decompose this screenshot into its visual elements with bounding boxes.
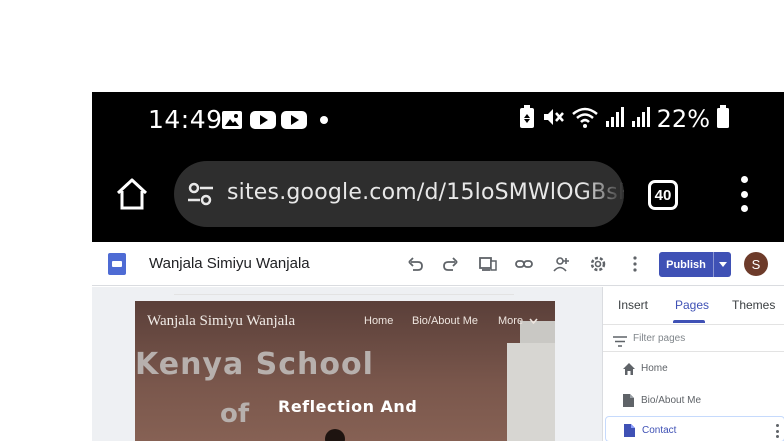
signal-icon — [631, 105, 651, 134]
page-icon — [624, 424, 636, 437]
page-label: Contact — [642, 425, 677, 436]
battery-icon — [716, 104, 730, 134]
photo-sign-text-2: of — [220, 399, 250, 429]
editor-canvas: Kenya School of Wanjala Simiyu Wanjala H… — [92, 287, 602, 441]
url-text[interactable]: sites.google.com/d/15loSMWlOGBsRpU$ — [227, 180, 624, 205]
youtube-icon — [281, 110, 307, 130]
preview-headline[interactable]: Reflection And — [278, 397, 417, 416]
status-indicators: 22% — [519, 104, 730, 134]
side-panel-tabs: Insert Pages Themes — [603, 287, 784, 323]
youtube-icon — [250, 110, 276, 130]
preview-devices-icon[interactable] — [477, 253, 499, 275]
more-vert-icon[interactable] — [624, 253, 646, 275]
site-settings-icon[interactable] — [186, 179, 216, 209]
link-icon[interactable] — [513, 253, 535, 275]
chevron-down-icon[interactable] — [714, 262, 731, 267]
google-sites-icon[interactable] — [108, 253, 126, 275]
redo-icon[interactable] — [440, 253, 462, 275]
address-bar[interactable]: sites.google.com/d/15loSMWlOGBsRpU$ — [174, 161, 624, 227]
browser-toolbar: sites.google.com/d/15loSMWlOGBsRpU$ 40 — [92, 148, 784, 242]
preview-nav-bio[interactable]: Bio/About Me — [412, 315, 478, 327]
site-preview-header[interactable]: Kenya School of Wanjala Simiyu Wanjala H… — [135, 301, 555, 441]
status-bar: 14:49 22% — [92, 92, 784, 148]
mute-icon — [541, 105, 565, 134]
preview-nav-home[interactable]: Home — [364, 315, 393, 327]
tab-pages[interactable]: Pages — [675, 298, 709, 312]
wifi-icon — [571, 105, 599, 134]
publish-label: Publish — [666, 258, 706, 271]
battery-percent: 22% — [656, 105, 710, 133]
more-vert-icon[interactable] — [776, 424, 780, 438]
page-label: Bio/About Me — [641, 395, 702, 406]
signal-icon — [605, 105, 625, 134]
page-label: Home — [641, 363, 668, 374]
home-icon — [623, 362, 635, 375]
notification-dot-icon — [320, 110, 328, 130]
settings-gear-icon[interactable] — [587, 253, 609, 275]
home-button[interactable] — [114, 176, 150, 212]
publish-button[interactable]: Publish — [659, 252, 731, 277]
chevron-down-icon — [529, 318, 538, 325]
ruler — [174, 287, 514, 295]
preview-site-title[interactable]: Wanjala Simiyu Wanjala — [147, 313, 295, 330]
tab-themes[interactable]: Themes — [732, 298, 775, 312]
photo-sign-text: Kenya School — [135, 347, 374, 382]
gallery-icon — [222, 110, 242, 130]
tab-insert[interactable]: Insert — [618, 298, 648, 312]
web-content: Wanjala Simiyu Wanjala Publish S Kenya S… — [92, 242, 784, 441]
browser-menu-button[interactable] — [738, 176, 750, 212]
share-person-icon[interactable] — [550, 253, 572, 275]
active-tab-indicator — [673, 320, 705, 323]
home-icon — [116, 178, 148, 210]
tab-switcher-button[interactable]: 40 — [648, 180, 678, 210]
preview-nav-more[interactable]: More — [498, 315, 538, 327]
page-icon — [623, 394, 635, 407]
avatar[interactable]: S — [744, 252, 768, 276]
phone-screen: 14:49 22% sites.google.com/d/15loSMWlOGB… — [92, 92, 784, 441]
undo-icon[interactable] — [404, 253, 426, 275]
filter-icon — [613, 334, 627, 347]
site-name[interactable]: Wanjala Simiyu Wanjala — [149, 255, 310, 272]
page-item-bio[interactable]: Bio/About Me — [603, 386, 784, 414]
page-item-home[interactable]: Home — [603, 354, 784, 382]
battery-saver-icon — [519, 104, 535, 134]
side-panel: Insert Pages Themes Filter pages Home Bi… — [602, 287, 784, 441]
sites-toolbar: Wanjala Simiyu Wanjala Publish S — [92, 242, 784, 286]
filter-pages-field[interactable]: Filter pages — [603, 324, 784, 352]
status-time: 14:49 — [148, 105, 223, 134]
filter-placeholder: Filter pages — [633, 333, 686, 344]
page-item-contact[interactable]: Contact — [605, 416, 784, 441]
